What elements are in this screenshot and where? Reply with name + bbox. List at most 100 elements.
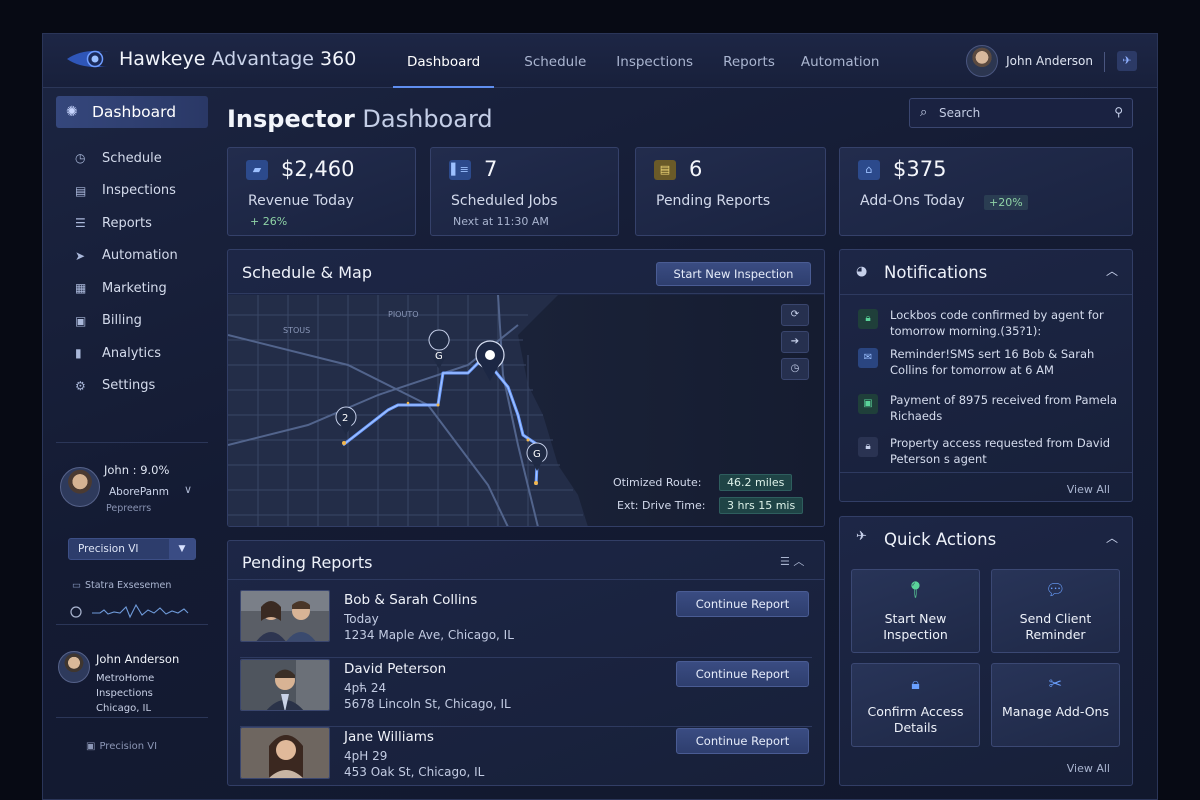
- sidebar-item-analytics[interactable]: ▮ Analytics: [56, 337, 208, 370]
- navigation-icon[interactable]: ➔: [781, 331, 809, 353]
- stat-value: $2,460: [281, 157, 355, 181]
- page-title-bold: Inspector: [227, 105, 355, 133]
- start-new-inspection-button[interactable]: Start New Inspection: [656, 262, 811, 286]
- sidebar-item-billing[interactable]: ▣ Billing: [56, 305, 208, 338]
- quick-action-start-new-inspection[interactable]: 📍︎ Start New Inspection: [851, 569, 980, 653]
- notification-text: Reminder!SMS sert 16 Bob & Sarah Collins…: [890, 347, 1095, 377]
- panel-header: Pending Reports ☰ ︿: [228, 541, 824, 580]
- footer-text: Precision VI: [99, 741, 158, 752]
- schedule-map-panel: Schedule & Map Start New Inspection STOU…: [227, 249, 825, 527]
- quick-action-send-client-reminder[interactable]: 💬︎ Send Client Reminder: [991, 569, 1120, 653]
- route-map[interactable]: STOUS PIOUTO G 2 G ⟳ ➔ ◷ Otimized Route:…: [228, 295, 824, 526]
- sidebar-item-inspections[interactable]: ▤ Inspections: [56, 175, 208, 208]
- note-icon: ▤: [654, 160, 676, 180]
- sidebar-item-label: Reports: [102, 215, 152, 231]
- clock-icon[interactable]: ◷: [781, 358, 809, 380]
- message-icon: ✉: [858, 348, 878, 368]
- stat-label: Scheduled Jobs: [451, 193, 558, 209]
- location-pin-icon[interactable]: ⚲: [1114, 105, 1123, 119]
- wallet-icon: ▰: [246, 160, 268, 180]
- continue-report-button[interactable]: Continue Report: [676, 661, 809, 687]
- sidebar-item-label: Billing: [102, 313, 142, 329]
- layers-icon[interactable]: ⟳: [781, 304, 809, 326]
- panel-title: Notifications: [884, 263, 988, 282]
- quick-action-label: Start New Inspection: [883, 611, 948, 642]
- chevron-up-icon[interactable]: ︿: [1106, 529, 1118, 546]
- sidebar-item-automation[interactable]: ➤ Automation: [56, 240, 208, 273]
- svg-text:2: 2: [342, 413, 348, 424]
- tool-icon: ✂: [1048, 674, 1063, 693]
- panel-header: Schedule & Map Start New Inspection: [228, 250, 824, 294]
- page-title-light: Dashboard: [362, 105, 493, 133]
- panel-title-main: Schedule: [242, 263, 316, 282]
- property-address: 5678 Lincoln St, Chicago, IL: [344, 697, 511, 711]
- dashboard-icon: ✺: [66, 104, 78, 120]
- chevron-down-icon[interactable]: ∨: [184, 483, 192, 496]
- continue-report-button[interactable]: Continue Report: [676, 591, 809, 617]
- profile-stat: John : 9.0%: [104, 463, 170, 477]
- view-all-link[interactable]: View All: [1067, 483, 1110, 496]
- drive-time-value: 3 hrs 15 mis: [719, 497, 804, 514]
- stat-card-revenue[interactable]: ▰ $2,460 Revenue Today + 26%: [227, 147, 416, 236]
- plan-select[interactable]: Precision VI ▼: [68, 538, 196, 560]
- quick-action-confirm-access-details[interactable]: 🔒︎ Confirm Access Details: [851, 663, 980, 747]
- sidebar-item-label: Marketing: [102, 280, 167, 296]
- sidebar-item-schedule[interactable]: ◷ Schedule: [56, 142, 208, 175]
- quick-action-manage-add-ons[interactable]: ✂ Manage Add-Ons: [991, 663, 1120, 747]
- sidebar-item-label: Automation: [102, 248, 178, 264]
- store-icon: ⌂: [858, 160, 880, 180]
- lock-icon: 🔒︎: [858, 309, 878, 329]
- agent-details: MetroHome Inspections Chicago, IL: [96, 671, 206, 716]
- app-logo[interactable]: Hawkeye Advantage 360: [65, 46, 356, 72]
- map-canvas: STOUS PIOUTO G 2 G: [228, 295, 824, 526]
- agent-card[interactable]: John Anderson MetroHome Inspections Chic…: [56, 624, 208, 718]
- panel-title: Schedule & Map: [242, 263, 372, 282]
- report-date: 4pH 29: [344, 749, 388, 763]
- quick-actions-panel: ✈ Quick Actions ︿ 📍︎ Start New Inspectio…: [839, 516, 1133, 786]
- stat-card-pending-reports[interactable]: ▤ 6 Pending Reports: [635, 147, 826, 236]
- notification-text: Property access requested from David Pet…: [890, 436, 1111, 466]
- property-address: 453 Oak St, Chicago, IL: [344, 765, 485, 779]
- search-icon: ⌕: [920, 105, 928, 120]
- stat-change: + 26%: [250, 215, 288, 228]
- rocket-icon: ✈: [856, 529, 867, 544]
- sidebar-item-reports[interactable]: ☰ Reports: [56, 207, 208, 240]
- avatar: [58, 651, 90, 683]
- stat-card-scheduled-jobs[interactable]: ▌≡ 7 Scheduled Jobs Next at 11:30 AM: [430, 147, 619, 236]
- app-name: Hawkeye Advantage 360: [119, 48, 356, 70]
- stat-card-add-ons[interactable]: ⌂ $375 Add-Ons Today +20%: [839, 147, 1133, 236]
- nav-tab-reports[interactable]: Reports: [723, 34, 775, 88]
- nav-tab-dashboard[interactable]: Dashboard: [393, 34, 495, 88]
- svg-text:G: G: [435, 351, 443, 362]
- search-bar: ⌕ ⚲: [909, 98, 1133, 128]
- sidebar-item-label: Analytics: [102, 345, 162, 361]
- nav-tab-schedule[interactable]: Schedule: [524, 34, 586, 88]
- bar-chart-icon: ▮: [75, 346, 82, 361]
- sidebar-item-marketing[interactable]: ▦ Marketing: [56, 272, 208, 305]
- user-menu[interactable]: John Anderson: [966, 45, 1093, 77]
- stat-value: 7: [484, 157, 498, 181]
- report-row: David Peterson 4pћ 24 5678 Lincoln St, C…: [240, 659, 812, 727]
- nav-tab-automation[interactable]: Automation: [801, 34, 880, 88]
- calendar-icon: ▦: [75, 281, 87, 296]
- lock-icon: 🔒︎: [911, 674, 920, 693]
- route-distance-value: 46.2 miles: [719, 474, 793, 491]
- sidebar-item-settings[interactable]: ⚙ Settings: [56, 370, 208, 403]
- paper-plane-icon[interactable]: ✈: [1117, 51, 1137, 71]
- profile-card: John : 9.0% AborePanm ∨ Pepreerrs Precis…: [56, 442, 208, 624]
- nav-tab-inspections[interactable]: Inspections: [616, 34, 693, 88]
- avatar: [966, 45, 999, 77]
- view-all-link[interactable]: View All: [1067, 762, 1110, 775]
- chevron-up-icon[interactable]: ︿: [1106, 262, 1118, 279]
- client-photo: [240, 727, 330, 779]
- search-input[interactable]: [939, 104, 1089, 122]
- sidebar-item-label: Schedule: [102, 150, 162, 166]
- profile-subtitle: Pepreerrs: [106, 503, 152, 514]
- panel-title-amp: &: [320, 263, 334, 282]
- app-name-bold: Hawkeye: [119, 48, 206, 70]
- caret-down-icon: ▼: [169, 539, 195, 559]
- continue-report-button[interactable]: Continue Report: [676, 728, 809, 754]
- sidebar-item-dashboard[interactable]: ✺ Dashboard: [56, 96, 208, 128]
- list-collapse-icon[interactable]: ☰ ︿: [780, 553, 804, 569]
- chat-icon: 💬︎: [1045, 580, 1066, 599]
